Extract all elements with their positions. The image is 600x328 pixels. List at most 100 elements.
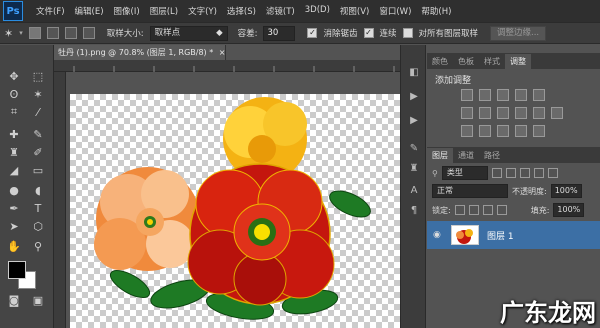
brush-tool-icon[interactable]: ✎ xyxy=(28,125,48,143)
gradient-tool-icon[interactable]: ▭ xyxy=(28,161,48,179)
menu-select[interactable]: 选择(S) xyxy=(222,5,261,17)
canvas-area[interactable] xyxy=(66,72,400,328)
fill-input[interactable]: 100% xyxy=(553,203,585,217)
blur-tool-icon[interactable]: ● xyxy=(4,181,24,199)
eraser-tool-icon[interactable]: ◢ xyxy=(4,161,24,179)
zoom-tool-icon[interactable]: ⚲ xyxy=(28,237,48,255)
eye-visibility-icon[interactable]: ◉ xyxy=(433,230,441,240)
new-selection-button[interactable] xyxy=(28,27,41,39)
quick-mask-icon[interactable]: ◙ xyxy=(4,291,24,309)
sample-all-layers-checkbox[interactable] xyxy=(402,28,413,38)
actions-icon[interactable]: ▶ xyxy=(407,113,421,127)
sample-size-select[interactable]: 取样点 ◆ xyxy=(149,25,228,41)
subtract-selection-button[interactable] xyxy=(64,27,77,39)
move-tool-icon[interactable]: ✥ xyxy=(4,67,24,85)
healing-brush-tool-icon[interactable]: ✚ xyxy=(4,125,24,143)
layer-filter-select[interactable]: 类型 xyxy=(441,166,488,180)
lock-all-icon[interactable] xyxy=(496,205,507,215)
photo-filter-icon[interactable] xyxy=(515,107,527,119)
menu-3d[interactable]: 3D(D) xyxy=(300,5,335,17)
document-canvas[interactable] xyxy=(70,94,400,328)
filter-type-icon[interactable] xyxy=(519,168,530,178)
filter-pixel-icon[interactable] xyxy=(491,168,502,178)
tab-adjustments[interactable]: 调整 xyxy=(505,54,531,69)
lock-position-icon[interactable] xyxy=(482,205,493,215)
posterize-icon[interactable] xyxy=(479,125,491,137)
tab-layers[interactable]: 图层 xyxy=(427,148,453,163)
add-to-selection-button[interactable] xyxy=(46,27,59,39)
history-icon[interactable]: ◧ xyxy=(407,65,421,79)
selective-color-icon[interactable] xyxy=(533,125,545,137)
tab-color[interactable]: 颜色 xyxy=(427,54,453,69)
properties-icon[interactable]: ▶ xyxy=(407,89,421,103)
magic-wand-tool-icon[interactable]: ✶ xyxy=(28,85,48,103)
lock-pixels-icon[interactable] xyxy=(468,205,479,215)
contiguous-checkbox[interactable]: ✓ xyxy=(363,28,374,38)
brush-presets-icon[interactable]: ✎ xyxy=(407,141,421,155)
intersect-selection-button[interactable] xyxy=(82,27,95,39)
paragraph-icon[interactable]: ¶ xyxy=(407,203,421,217)
curves-icon[interactable] xyxy=(497,89,509,101)
levels-icon[interactable] xyxy=(479,89,491,101)
channel-mixer-icon[interactable] xyxy=(533,107,545,119)
clone-stamp-tool-icon[interactable]: ♜ xyxy=(4,143,24,161)
menu-file[interactable]: 文件(F) xyxy=(31,5,70,17)
threshold-icon[interactable] xyxy=(497,125,509,137)
tab-paths[interactable]: 路径 xyxy=(479,148,505,163)
menu-window[interactable]: 窗口(W) xyxy=(374,5,416,17)
tab-channels[interactable]: 通道 xyxy=(453,148,479,163)
gradient-map-icon[interactable] xyxy=(515,125,527,137)
photoshop-window: Ps 文件(F) 编辑(E) 图像(I) 图层(L) 文字(Y) 选择(S) 滤… xyxy=(0,0,600,328)
blend-mode-select[interactable]: 正常 xyxy=(432,184,508,198)
lasso-tool-icon[interactable]: ʘ xyxy=(4,85,24,103)
menu-type[interactable]: 文字(Y) xyxy=(183,5,222,17)
shape-tool-icon[interactable]: ⬡ xyxy=(28,217,48,235)
screen-mode-icon[interactable]: ▣ xyxy=(28,291,48,309)
menu-filter[interactable]: 滤镜(T) xyxy=(261,5,300,17)
color-balance-icon[interactable] xyxy=(479,107,491,119)
invert-icon[interactable] xyxy=(461,125,473,137)
tolerance-input[interactable]: 30 xyxy=(263,25,296,41)
filter-adjustment-icon[interactable] xyxy=(505,168,516,178)
filter-smart-object-icon[interactable] xyxy=(547,168,558,178)
menu-view[interactable]: 视图(V) xyxy=(335,5,374,17)
menu-image[interactable]: 图像(I) xyxy=(109,5,145,17)
pen-tool-icon[interactable]: ✒ xyxy=(4,199,24,217)
history-brush-tool-icon[interactable]: ✐ xyxy=(28,143,48,161)
clone-source-icon[interactable]: ♜ xyxy=(407,161,421,175)
hand-tool-icon[interactable]: ✋ xyxy=(4,237,24,255)
type-tool-icon[interactable]: T xyxy=(28,199,48,217)
exposure-icon[interactable] xyxy=(515,89,527,101)
lock-transparent-icon[interactable] xyxy=(454,205,465,215)
crop-tool-icon[interactable]: ⌗ xyxy=(4,103,24,121)
magic-wand-icon[interactable]: ✶ xyxy=(4,27,13,40)
chevron-down-icon: ◆ xyxy=(216,27,223,38)
dodge-tool-icon[interactable]: ◖ xyxy=(28,181,48,199)
document-tab[interactable]: 牡丹 (1).png @ 70.8% (图层 1, RGB/8) * × xyxy=(54,45,226,60)
tab-styles[interactable]: 样式 xyxy=(479,54,505,69)
foreground-color-swatch[interactable] xyxy=(8,261,26,279)
tool-preset-dropdown-icon[interactable]: ▾ xyxy=(19,29,23,37)
eyedropper-tool-icon[interactable]: ⁄ xyxy=(28,103,48,121)
refine-edge-button[interactable]: 调整边缘... xyxy=(490,25,547,41)
antialias-checkbox[interactable]: ✓ xyxy=(307,28,318,38)
layers-tabs: 图层 通道 路径 xyxy=(427,147,600,163)
hue-saturation-icon[interactable] xyxy=(461,107,473,119)
vibrance-icon[interactable] xyxy=(533,89,545,101)
marquee-tool-icon[interactable]: ⬚ xyxy=(28,67,48,85)
brightness-contrast-icon[interactable] xyxy=(461,89,473,101)
color-lookup-icon[interactable] xyxy=(551,107,563,119)
horizontal-ruler xyxy=(54,60,400,72)
filter-shape-icon[interactable] xyxy=(533,168,544,178)
info-icon[interactable]: A xyxy=(407,183,421,197)
menu-layer[interactable]: 图层(L) xyxy=(145,5,183,17)
black-white-icon[interactable] xyxy=(497,107,509,119)
peach-peony xyxy=(94,167,200,271)
path-selection-tool-icon[interactable]: ➤ xyxy=(4,217,24,235)
layer-item[interactable]: ◉ 图层 1 xyxy=(427,221,600,249)
tab-swatches[interactable]: 色板 xyxy=(453,54,479,69)
close-icon[interactable]: × xyxy=(219,48,225,57)
menu-edit[interactable]: 编辑(E) xyxy=(70,5,109,17)
menu-help[interactable]: 帮助(H) xyxy=(416,5,456,17)
opacity-input[interactable]: 100% xyxy=(550,184,582,198)
